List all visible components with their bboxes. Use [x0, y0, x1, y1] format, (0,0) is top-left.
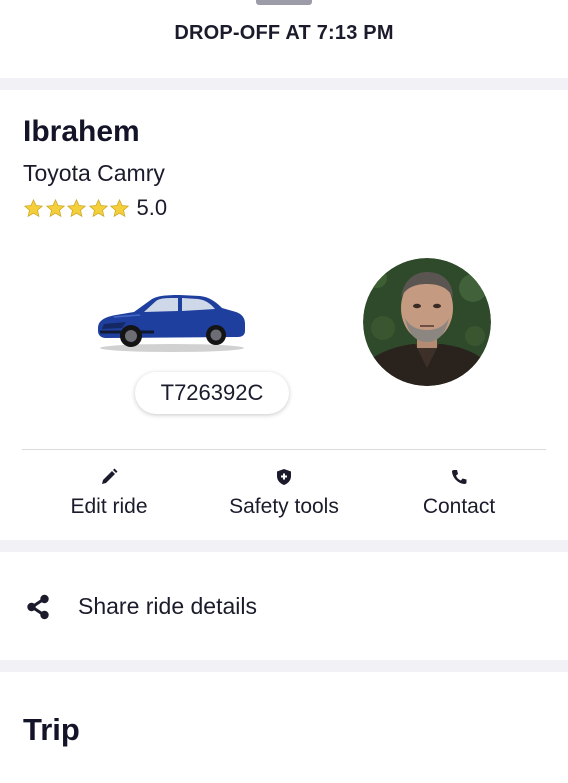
star-icon — [109, 198, 130, 217]
share-ride-row[interactable]: Share ride details — [0, 552, 568, 660]
share-icon — [27, 594, 49, 620]
license-plate: T726392C — [135, 372, 289, 414]
rating-stars — [23, 198, 131, 219]
star-icon — [45, 198, 65, 217]
star-icon — [66, 198, 87, 217]
car-image — [98, 295, 245, 352]
phone-icon — [452, 470, 467, 484]
rating-value: 5.0 — [136, 195, 168, 220]
edit-ride-label: Edit ride — [70, 495, 148, 518]
star-icon — [88, 198, 108, 217]
car-model: Toyota Camry — [23, 160, 165, 186]
sheet-grabber-handle[interactable] — [256, 0, 312, 5]
dropoff-header: DROP-OFF AT 7:13 PM — [0, 0, 568, 78]
driver-card: Ibrahem Toyota Camry 5.0 T726392C Edit r… — [0, 90, 568, 540]
trip-section: Trip — [0, 672, 568, 783]
driver-rating: 5.0 — [23, 195, 167, 221]
contact-button[interactable]: Contact — [409, 468, 509, 519]
contact-label: Contact — [422, 495, 496, 518]
shield-plus-icon — [277, 469, 291, 485]
driver-name: Ibrahem — [23, 115, 140, 148]
driver-avatar[interactable] — [363, 258, 491, 386]
ride-details-screen: DROP-OFF AT 7:13 PM Ibrahem Toyota Camry… — [0, 0, 568, 783]
edit-ride-button[interactable]: Edit ride — [59, 468, 159, 519]
share-ride-label: Share ride details — [78, 593, 257, 619]
trip-title: Trip — [23, 712, 80, 747]
star-icon — [23, 198, 44, 217]
safety-tools-label: Safety tools — [229, 495, 339, 518]
safety-tools-button[interactable]: Safety tools — [214, 468, 354, 519]
pencil-icon — [102, 468, 118, 484]
dropoff-time: DROP-OFF AT 7:13 PM — [174, 22, 394, 44]
divider — [22, 449, 546, 450]
